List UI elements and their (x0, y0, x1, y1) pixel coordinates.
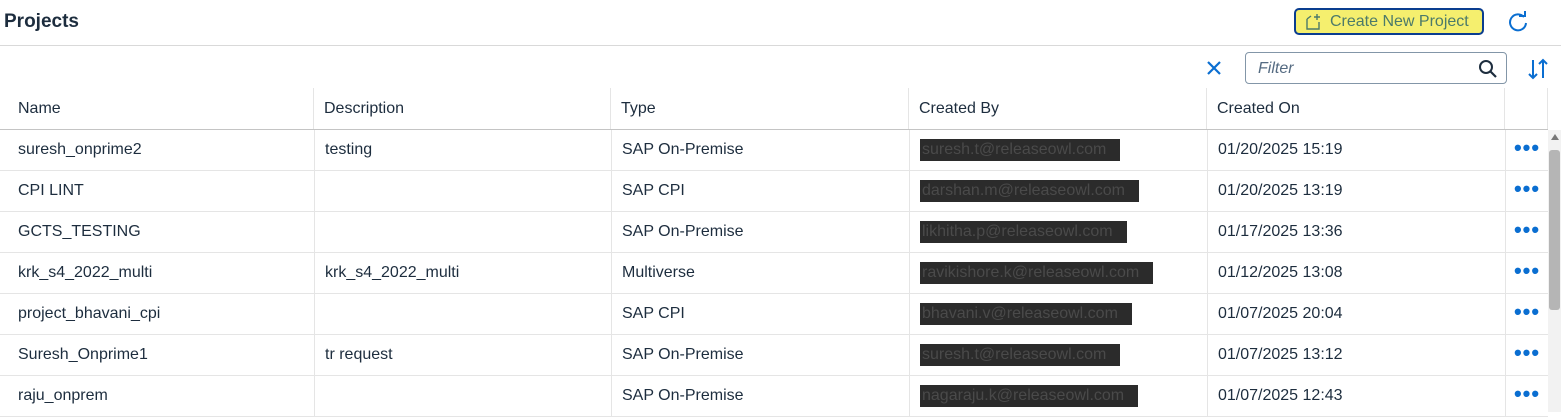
cell-type: SAP CPI (611, 171, 909, 211)
cell-created-by: suresh.t@releaseowl.com (909, 130, 1207, 170)
cell-created-on: 01/07/2025 20:04 (1207, 294, 1505, 334)
cell-description (314, 212, 611, 252)
row-actions-cell: ••• (1505, 253, 1548, 293)
table-row[interactable]: project_bhavani_cpi SAP CPI bhavani.v@re… (0, 294, 1548, 335)
cell-description (314, 294, 611, 334)
redacted-email: likhitha.p@releaseowl.com (920, 221, 1127, 243)
vertical-scrollbar[interactable] (1548, 130, 1561, 412)
filter-input[interactable] (1256, 58, 1475, 80)
clear-filter-close-icon[interactable] (1203, 57, 1225, 79)
page-header: Projects Create New Project (0, 0, 1561, 46)
column-header-created-on[interactable]: Created On (1207, 88, 1505, 129)
cell-name: krk_s4_2022_multi (18, 264, 153, 281)
column-header-created-by[interactable]: Created By (909, 88, 1207, 129)
cell-type: Multiverse (611, 253, 909, 293)
cell-created-by: suresh.t@releaseowl.com (909, 335, 1207, 375)
column-header-type[interactable]: Type (611, 88, 909, 129)
cell-created-by: bhavani.v@releaseowl.com (909, 294, 1207, 334)
cell-description (314, 376, 611, 416)
cell-created-on: 01/07/2025 13:12 (1207, 335, 1505, 375)
cell-name: Suresh_Onprime1 (18, 346, 148, 363)
more-options-icon[interactable]: ••• (1514, 260, 1540, 282)
cell-description: tr request (314, 335, 611, 375)
more-options-icon[interactable]: ••• (1514, 301, 1540, 323)
more-options-icon[interactable]: ••• (1514, 137, 1540, 159)
more-options-icon[interactable]: ••• (1514, 383, 1540, 405)
cell-description: krk_s4_2022_multi (314, 253, 611, 293)
row-actions-cell: ••• (1505, 171, 1548, 211)
column-header-name[interactable]: Name (0, 88, 314, 129)
redacted-email: bhavani.v@releaseowl.com (920, 303, 1132, 325)
scrollbar-thumb[interactable] (1549, 150, 1560, 310)
redacted-email: ravikishore.k@releaseowl.com (920, 262, 1154, 284)
row-actions-cell: ••• (1505, 130, 1548, 170)
more-options-icon[interactable]: ••• (1514, 178, 1540, 200)
cell-created-by: ravikishore.k@releaseowl.com (909, 253, 1207, 293)
table-header-row: Name Description Type Created By Created… (0, 88, 1548, 130)
search-icon[interactable] (1478, 59, 1498, 79)
cell-name: GCTS_TESTING (18, 223, 141, 240)
cell-type: SAP On-Premise (611, 335, 909, 375)
redacted-email: suresh.t@releaseowl.com (920, 139, 1121, 161)
table-row[interactable]: GCTS_TESTING SAP On-Premise likhitha.p@r… (0, 212, 1548, 253)
table-row[interactable]: krk_s4_2022_multi krk_s4_2022_multi Mult… (0, 253, 1548, 294)
cell-created-on: 01/07/2025 12:43 (1207, 376, 1505, 416)
cell-created-on: 01/12/2025 13:08 (1207, 253, 1505, 293)
table-row[interactable]: raju_onprem SAP On-Premise nagaraju.k@re… (0, 376, 1548, 417)
more-options-icon[interactable]: ••• (1514, 342, 1540, 364)
cell-name: suresh_onprime2 (18, 141, 142, 158)
sort-icon[interactable] (1525, 56, 1551, 82)
page-title: Projects (4, 11, 79, 32)
cell-type: SAP On-Premise (611, 212, 909, 252)
cell-created-on: 01/20/2025 15:19 (1207, 130, 1505, 170)
redacted-email: nagaraju.k@releaseowl.com (920, 385, 1139, 407)
cell-type: SAP On-Premise (611, 376, 909, 416)
row-actions-cell: ••• (1505, 376, 1548, 416)
add-project-icon (1306, 14, 1320, 30)
column-header-description[interactable]: Description (314, 88, 611, 129)
cell-created-on: 01/20/2025 13:19 (1207, 171, 1505, 211)
cell-created-on: 01/17/2025 13:36 (1207, 212, 1505, 252)
redacted-email: suresh.t@releaseowl.com (920, 344, 1121, 366)
cell-type: SAP CPI (611, 294, 909, 334)
cell-name: project_bhavani_cpi (18, 305, 161, 322)
cell-created-by: nagaraju.k@releaseowl.com (909, 376, 1207, 416)
redacted-email: darshan.m@releaseowl.com (920, 180, 1139, 202)
cell-name: CPI LINT (18, 182, 84, 199)
create-new-project-label: Create New Project (1330, 13, 1469, 30)
filter-field[interactable] (1245, 52, 1507, 84)
cell-created-by: likhitha.p@releaseowl.com (909, 212, 1207, 252)
cell-description: testing (314, 130, 611, 170)
create-new-project-button[interactable]: Create New Project (1294, 8, 1484, 35)
table-row[interactable]: suresh_onprime2 testing SAP On-Premise s… (0, 130, 1548, 171)
row-actions-cell: ••• (1505, 294, 1548, 334)
row-actions-cell: ••• (1505, 212, 1548, 252)
row-actions-cell: ••• (1505, 335, 1548, 375)
table-row[interactable]: CPI LINT SAP CPI darshan.m@releaseowl.co… (0, 171, 1548, 212)
cell-type: SAP On-Premise (611, 130, 909, 170)
scroll-up-arrow-icon[interactable] (1551, 134, 1559, 140)
cell-name: raju_onprem (18, 387, 108, 404)
table-row[interactable]: Suresh_Onprime1 tr request SAP On-Premis… (0, 335, 1548, 376)
cell-created-by: darshan.m@releaseowl.com (909, 171, 1207, 211)
column-header-actions (1505, 88, 1548, 129)
cell-description (314, 171, 611, 211)
more-options-icon[interactable]: ••• (1514, 219, 1540, 241)
refresh-icon[interactable] (1505, 10, 1531, 36)
